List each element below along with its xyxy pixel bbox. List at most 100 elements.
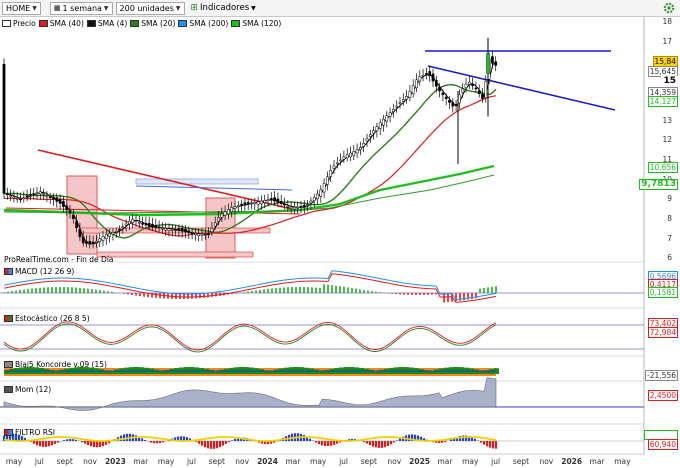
candle-body [441,92,445,96]
candle-body [240,203,243,206]
stoch-title: Estocástico (26 8 5) [15,314,90,323]
time-axis-label: may [462,457,479,466]
candle-body [296,206,300,209]
price-tag: 9,7813 [639,179,678,190]
candle-body [71,214,75,219]
candle-body [170,229,174,231]
candle-body [283,203,286,206]
candle-body [486,53,490,74]
candle-body [431,73,435,82]
time-axis-label: 2023 [104,457,126,466]
price-tag: 15 [661,76,678,87]
candle-body [91,241,95,245]
candle-body [256,201,260,205]
candle-body [230,207,234,212]
candle-body [405,96,408,100]
koncorde-bar [59,369,64,374]
candle-body [157,226,161,229]
candle-body [398,102,402,105]
candle-body [2,63,6,194]
macd-label: MACD (12 26 9) [4,267,74,276]
filtro-swatch [4,429,13,436]
candle-body [236,205,240,208]
stoch-swatch [4,315,13,322]
candle-body [464,83,468,89]
koncorde-bar [474,369,479,374]
koncorde-bar [489,369,494,374]
stoch-d-line [3,323,497,353]
candle-body [355,149,359,154]
candle-body [78,229,82,238]
candle-body [401,99,405,102]
candle-body [111,232,115,235]
candle-body [395,105,399,108]
candle-body [260,200,263,205]
candle-body [444,96,448,99]
candle-body [276,198,280,203]
time-axis-label: nov [83,457,97,466]
candle-body [250,202,253,205]
candle-body [81,236,85,244]
candle-body [246,202,250,204]
candle-body [309,200,313,204]
candle-body [187,230,191,233]
candle-body [35,192,39,194]
zone-box [135,178,259,185]
candle-body [197,233,201,236]
candle-body [101,236,105,241]
candle-body [29,193,32,196]
candle-body [319,189,323,197]
candle-body [418,76,422,82]
candle-body [448,100,451,103]
koncorde-bar [169,369,174,374]
candle-body [220,213,224,218]
candle-body [467,82,471,85]
candle-body [299,206,303,208]
stoch-label: Estocástico (26 8 5) [4,314,90,323]
candle-body [428,71,432,77]
candle-body [481,94,484,99]
candle-body [174,229,177,231]
candle-body [491,56,494,64]
time-axis-label: mar [133,457,149,466]
time-axis-label: mar [589,457,605,466]
time-axis-label: mar [285,457,301,466]
blai-swatch [4,361,13,368]
candle-body [411,85,415,95]
candle-body [88,241,92,245]
candle-body [415,79,418,89]
koncorde-bar [419,369,424,374]
koncorde-bar [434,369,439,374]
macd-swatch [4,268,13,275]
stoch-value-2: 72,984 [647,327,678,338]
time-axis-label: may [157,457,175,466]
candle-body [48,196,52,198]
candle-body [382,118,385,126]
price-axis-label: 18 [662,17,672,26]
price-tag: 14,127 [647,96,678,107]
time-axis-label: may [310,457,327,466]
candle-body [144,223,148,226]
price-tag: 10,656 [647,162,678,173]
price-axis-label: 17 [662,36,672,46]
candle-body [85,241,88,244]
candle-body [385,115,389,122]
candle-body [200,233,204,236]
candle-body [408,91,412,98]
candle-body [253,202,257,205]
blai-value: -21,556 [645,370,678,381]
time-axis-label: nov [235,457,250,466]
candle-body [352,151,356,156]
price-chart[interactable] [0,0,680,468]
candle-body [329,170,333,177]
time-axis-label: may [5,457,23,466]
time-axis-label: jul [339,457,349,466]
candle-body [58,198,62,204]
koncorde-bar [369,369,374,374]
candle-body [217,217,220,222]
candle-body [388,112,392,117]
time-axis-label: 2025 [409,457,431,466]
candle-body [42,193,45,195]
candle-body [362,142,366,147]
candle-body [95,241,98,243]
